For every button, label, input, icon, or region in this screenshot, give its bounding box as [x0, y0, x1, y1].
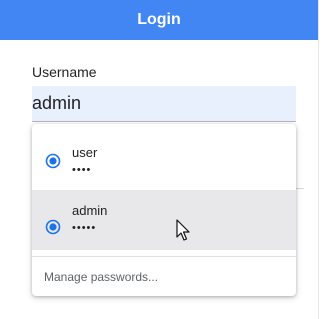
autofill-item-user[interactable]: user ••••	[32, 124, 296, 184]
autofill-item-admin[interactable]: admin •••••	[32, 190, 296, 250]
page-title: Login	[137, 11, 181, 28]
key-icon	[45, 153, 61, 169]
autofill-password: •••••	[72, 222, 97, 234]
dropdown-divider	[32, 256, 296, 257]
page-edge-divider	[318, 0, 319, 319]
field-divider	[296, 188, 304, 189]
manage-passwords-link[interactable]: Manage passwords...	[44, 270, 158, 284]
autofill-password: ••••	[72, 164, 92, 176]
username-label: Username	[32, 64, 97, 80]
key-icon	[45, 219, 61, 235]
autofill-username: admin	[72, 203, 108, 218]
autofill-dropdown: user •••• admin ••••• Manage passwords..…	[32, 124, 296, 296]
login-header: Login	[0, 0, 318, 40]
username-input[interactable]	[32, 86, 296, 122]
mouse-pointer-icon	[176, 219, 190, 241]
autofill-username: user	[72, 145, 98, 160]
